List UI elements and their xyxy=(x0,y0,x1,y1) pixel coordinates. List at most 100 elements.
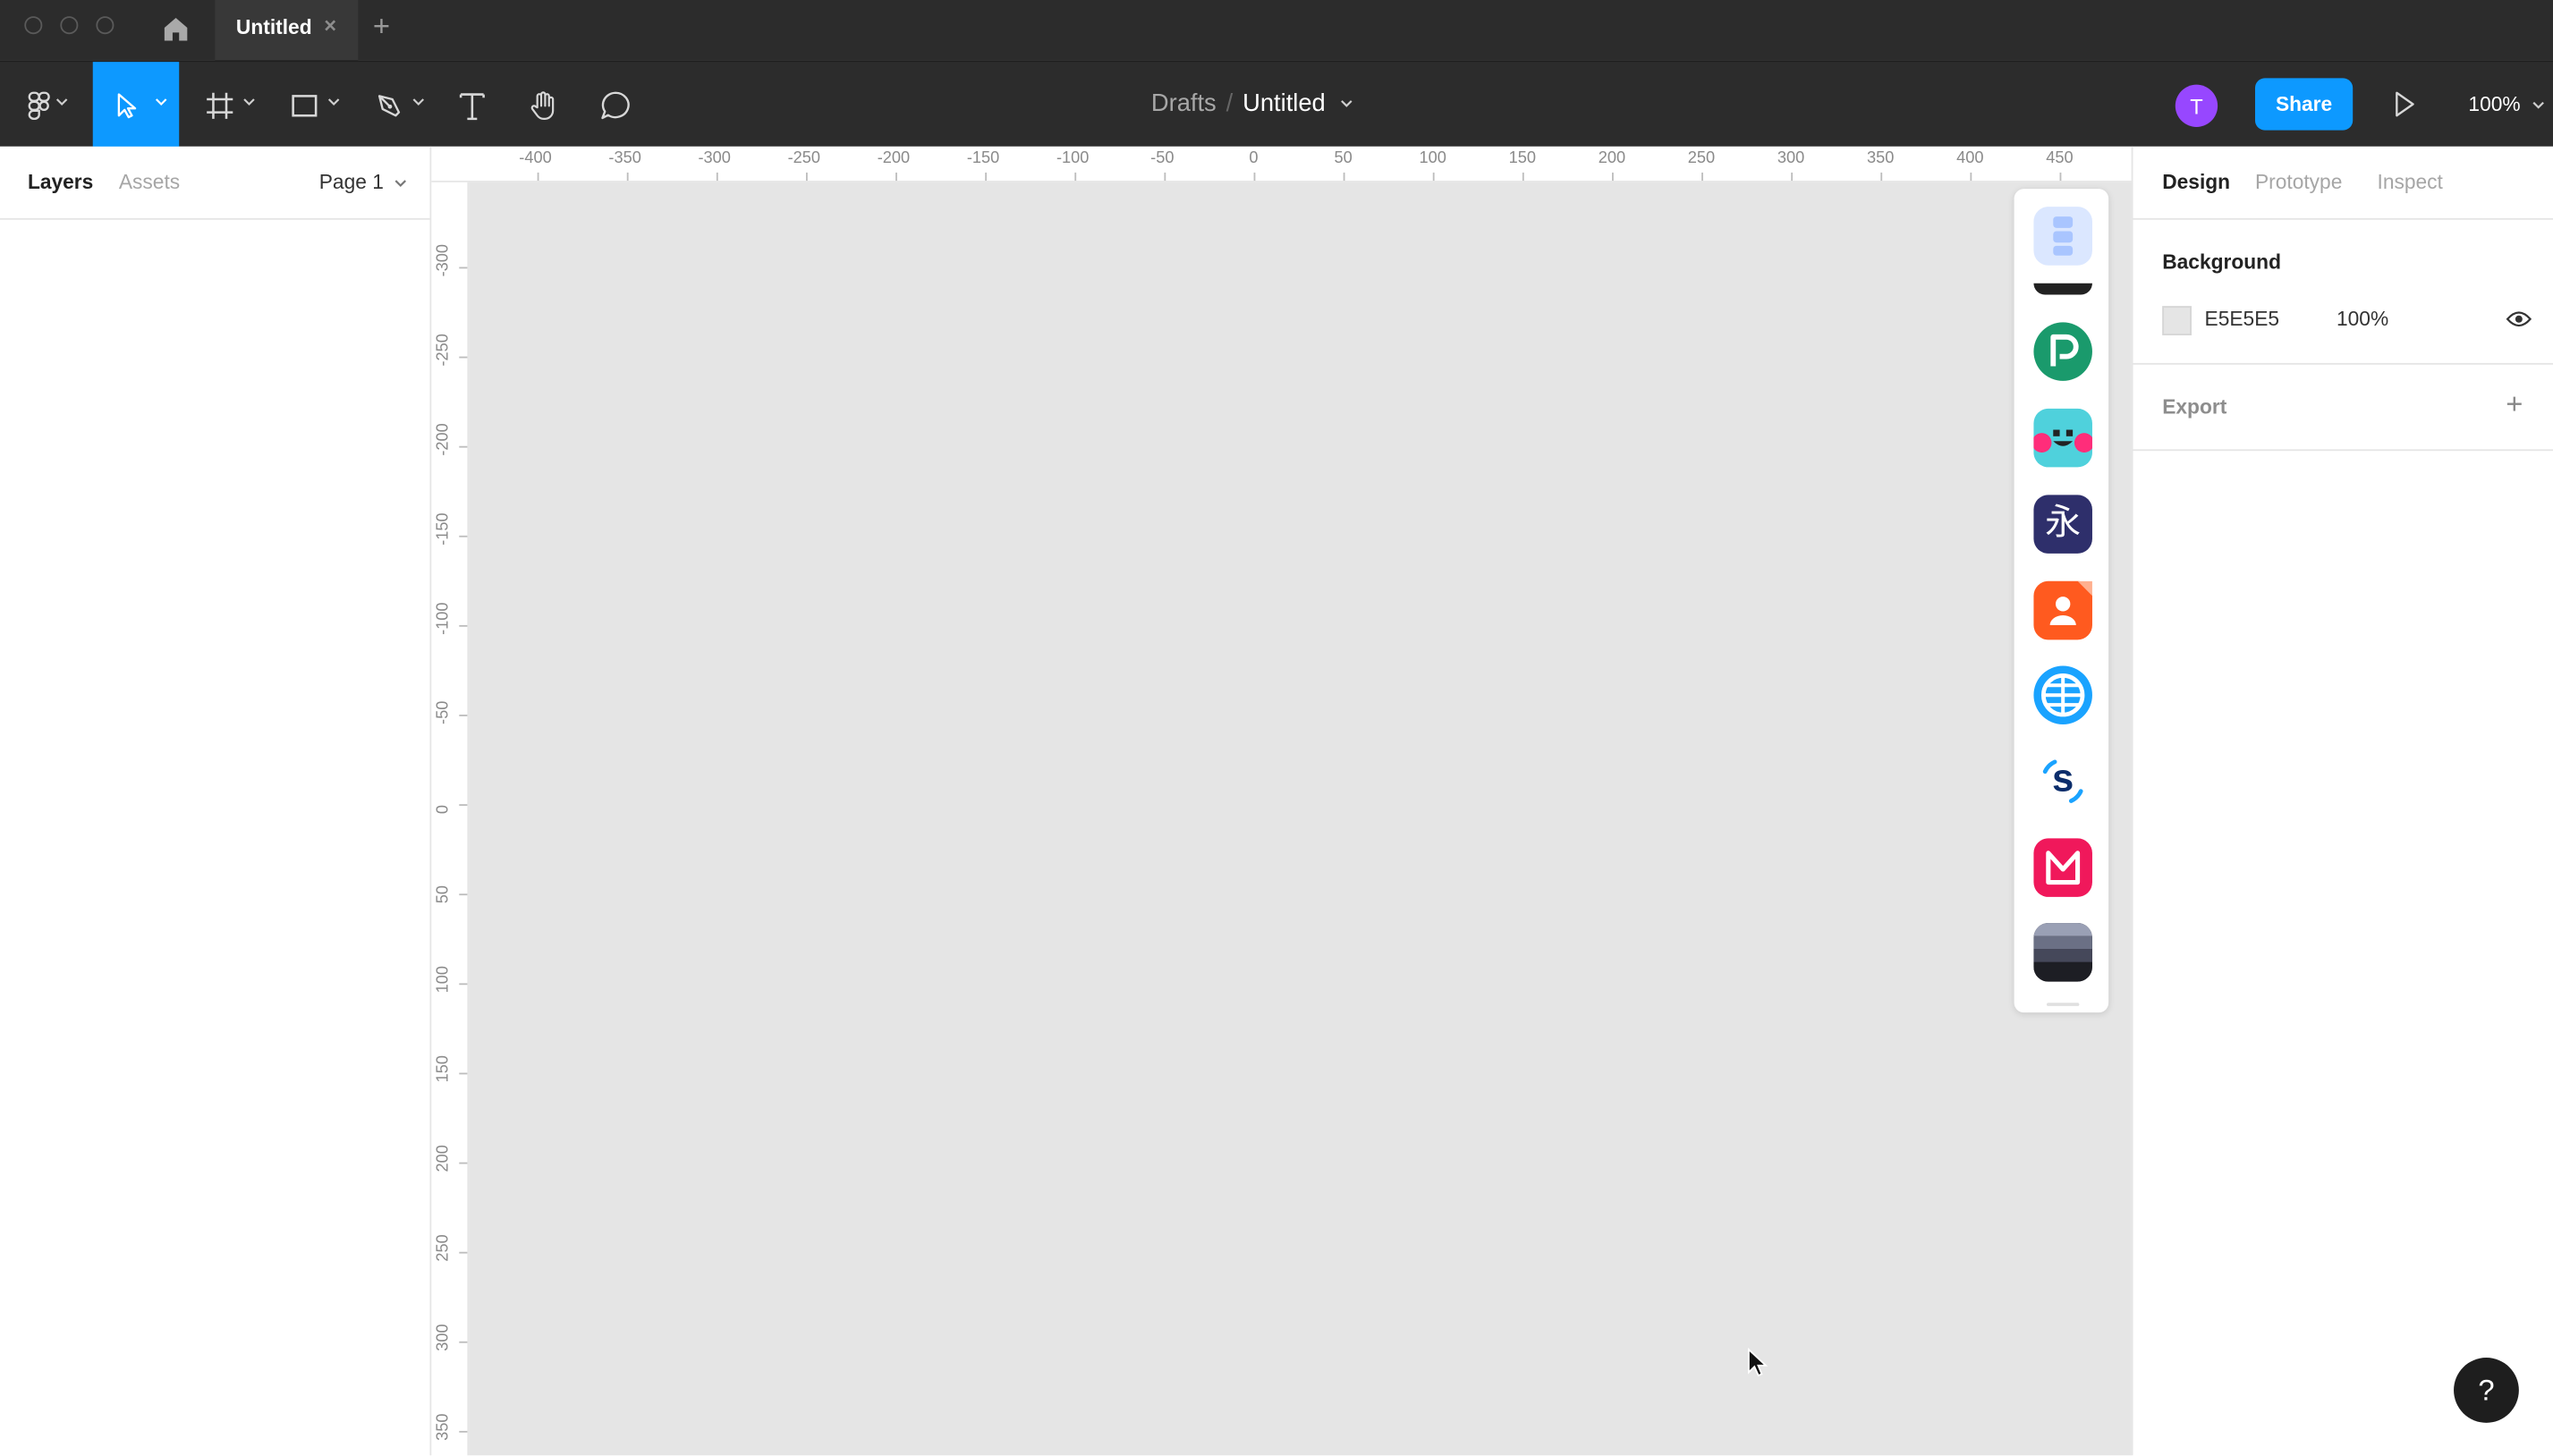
plugin-layout-icon[interactable] xyxy=(2033,207,2092,266)
shape-tool-button[interactable] xyxy=(276,62,348,148)
zoom-window-button[interactable] xyxy=(96,16,115,35)
frame-tool-button[interactable] xyxy=(192,62,264,148)
plugin-kanji-glyph: 永 xyxy=(2045,503,2082,544)
text-tool-button[interactable] xyxy=(449,62,495,148)
chevron-down-icon[interactable] xyxy=(1340,99,1353,109)
ruler-tick-label: -400 xyxy=(519,149,552,168)
breadcrumb-drafts[interactable]: Drafts xyxy=(1151,89,1217,117)
background-section-title: Background xyxy=(2162,250,2281,274)
ruler-tick xyxy=(459,1162,468,1164)
background-color-swatch[interactable] xyxy=(2162,306,2192,335)
ruler-tick-label: 150 xyxy=(1508,149,1536,168)
ruler-tick-label: -300 xyxy=(434,244,454,277)
ruler-tick-label: 350 xyxy=(434,1413,454,1441)
ruler-tick xyxy=(459,624,468,627)
pen-tool-button[interactable] xyxy=(361,62,433,148)
ruler-tick xyxy=(459,804,468,806)
figma-window: Untitled × + Drafts / Untitled T Share 1… xyxy=(0,0,2553,1456)
plugin-stack-icon[interactable] xyxy=(2033,923,2092,982)
frame-icon xyxy=(207,91,233,118)
plugin-kanji-icon[interactable]: 永 xyxy=(2033,495,2092,554)
ruler-tick-label: 400 xyxy=(1956,149,1984,168)
ruler-tick xyxy=(459,1072,468,1075)
plugin-face-icon[interactable] xyxy=(2031,408,2094,468)
ruler-tick-label: 350 xyxy=(1867,149,1895,168)
figma-logo-icon xyxy=(27,90,49,120)
ruler-tick xyxy=(459,893,468,896)
present-play-icon[interactable] xyxy=(2394,91,2416,117)
ruler-tick-label: -50 xyxy=(1150,149,1175,168)
ruler-tick xyxy=(1432,172,1435,182)
ruler-tick-label: -100 xyxy=(1056,149,1090,168)
chevron-down-icon xyxy=(243,98,255,106)
toolbar: Drafts / Untitled T Share 100% xyxy=(0,60,2553,148)
plugin-partial-icon[interactable] xyxy=(2033,283,2092,295)
ruler-tick-label: 200 xyxy=(434,1145,454,1172)
tab-prototype[interactable]: Prototype xyxy=(2255,171,2342,193)
new-tab-button[interactable]: + xyxy=(373,10,390,44)
ruler-tick xyxy=(1343,172,1345,182)
ruler-tick-label: 100 xyxy=(1419,149,1446,168)
plugin-s-glyph: s xyxy=(2052,757,2074,801)
zoom-level: 100% xyxy=(2468,92,2521,116)
page-selector[interactable]: Page 1 xyxy=(318,171,407,194)
move-tool-button[interactable] xyxy=(92,62,180,148)
ruler-tick xyxy=(459,267,468,269)
main-menu-button[interactable] xyxy=(0,62,93,148)
cursor-arrow-icon xyxy=(116,92,136,118)
help-button[interactable]: ? xyxy=(2454,1358,2519,1423)
file-tab[interactable]: Untitled × xyxy=(215,0,359,61)
plugin-s-icon[interactable]: s xyxy=(2033,751,2092,811)
ruler-horizontal: -400 -350 -300 -250 -200 -150 -100 -50 0 50 100 150… xyxy=(431,146,2132,182)
hand-icon xyxy=(530,90,555,120)
eye-icon[interactable] xyxy=(2506,309,2532,329)
plugin-p-icon[interactable] xyxy=(2033,322,2092,381)
home-icon[interactable] xyxy=(159,13,191,46)
minimize-window-button[interactable] xyxy=(60,16,79,35)
ruler-tick-label: -200 xyxy=(434,423,454,456)
file-name[interactable]: Untitled xyxy=(1243,89,1326,117)
ruler-tick xyxy=(1074,172,1077,182)
page-selector-label: Page 1 xyxy=(318,171,384,194)
zoom-menu[interactable]: 100% xyxy=(2468,93,2545,115)
close-window-button[interactable] xyxy=(24,16,43,35)
tab-assets[interactable]: Assets xyxy=(119,171,180,193)
close-tab-icon[interactable]: × xyxy=(324,13,336,38)
left-panel: Layers Assets Page 1 xyxy=(0,146,432,1456)
ruler-tick xyxy=(895,172,897,182)
ruler-tick-label: -300 xyxy=(698,149,731,168)
text-icon xyxy=(459,92,485,120)
scroll-handle[interactable] xyxy=(2046,1003,2080,1006)
avatar[interactable]: T xyxy=(2175,84,2218,127)
chevron-down-icon xyxy=(2533,101,2545,109)
ruler-tick-label: 450 xyxy=(2046,149,2074,168)
comment-icon xyxy=(601,90,630,119)
hand-tool-button[interactable] xyxy=(521,62,566,148)
plugin-shortcuts-panel: 永 s xyxy=(2014,189,2109,1013)
plugin-avatar-icon[interactable] xyxy=(2033,580,2092,640)
chevron-down-icon xyxy=(412,98,425,106)
divider xyxy=(2133,362,2553,365)
ruler-tick-label: 150 xyxy=(434,1055,454,1083)
ruler-tick xyxy=(537,172,539,182)
breadcrumb: Drafts / Untitled xyxy=(1151,89,1353,117)
tab-layers[interactable]: Layers xyxy=(28,171,93,193)
plugin-m-icon[interactable] xyxy=(2033,838,2092,897)
tab-inspect[interactable]: Inspect xyxy=(2377,171,2442,193)
ruler-tick xyxy=(1611,172,1614,182)
ruler-tick xyxy=(1522,172,1524,182)
background-opacity-field[interactable]: 100% xyxy=(2337,308,2388,330)
ruler-tick-label: 250 xyxy=(434,1234,454,1262)
add-export-button[interactable]: + xyxy=(2506,387,2523,421)
share-button[interactable]: Share xyxy=(2254,78,2354,131)
ruler-tick xyxy=(459,445,468,448)
ruler-tick-label: -100 xyxy=(434,602,454,635)
canvas[interactable] xyxy=(469,182,2132,1456)
plugin-globe-icon[interactable] xyxy=(2033,665,2092,724)
comment-tool-button[interactable] xyxy=(593,62,639,148)
ruler-tick xyxy=(716,172,718,182)
ruler-tick xyxy=(459,1251,468,1254)
tab-design[interactable]: Design xyxy=(2162,171,2230,193)
background-hex-field[interactable]: E5E5E5 xyxy=(2205,308,2280,330)
ruler-tick xyxy=(459,983,468,986)
